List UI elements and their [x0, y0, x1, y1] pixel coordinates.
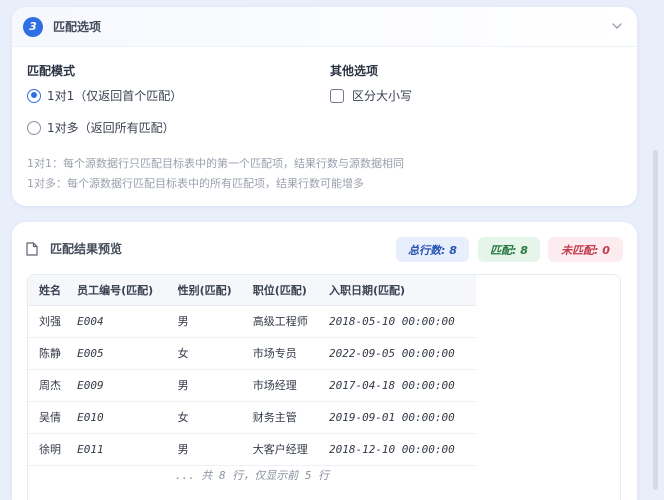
- radio-one-to-many[interactable]: 1对多（返回所有匹配）: [27, 119, 175, 136]
- table-row: 徐明 E011 男 大客户经理 2018-12-10 00:00:00: [28, 433, 476, 466]
- match-options-panel: 3 匹配选项 匹配模式 其他选项 1对1（仅返回首个匹配） 1对多（返回所有匹配…: [12, 7, 637, 206]
- scrollbar[interactable]: [653, 150, 658, 490]
- table-cell: 徐明: [28, 433, 67, 466]
- table-header-row: 姓名 员工编号(匹配) 性别(匹配) 职位(匹配) 入职日期(匹配): [28, 275, 476, 306]
- table-cell: 女: [166, 401, 242, 434]
- table-row: 周杰 E009 男 市场经理 2017-04-18 00:00:00: [28, 369, 476, 402]
- match-options-header[interactable]: 3 匹配选项: [12, 7, 637, 47]
- table-cell: 2019-09-01 00:00:00: [317, 401, 476, 434]
- match-options-title: 匹配选项: [53, 20, 102, 34]
- table-cell: 2017-04-18 00:00:00: [317, 369, 476, 402]
- table-cell: E011: [66, 433, 167, 466]
- table-cell: 市场经理: [241, 369, 318, 402]
- case-sensitive-label: 区分大小写: [352, 89, 413, 103]
- table-cell: 女: [166, 337, 242, 370]
- column-header: 员工编号(匹配): [66, 275, 167, 306]
- table-cell: 男: [166, 305, 242, 338]
- table-cell: E009: [66, 369, 167, 402]
- hint-one-to-many: 1对多：每个源数据行匹配目标表中的所有匹配项，结果行数可能增多: [27, 177, 364, 190]
- total-rows-badge: 总行数: 8: [396, 237, 469, 262]
- table-cell: 周杰: [28, 369, 67, 402]
- column-header: 入职日期(匹配): [317, 275, 476, 306]
- table-cell: 大客户经理: [241, 433, 318, 466]
- preview-title: 匹配结果预览: [50, 242, 123, 256]
- chevron-down-icon[interactable]: [611, 20, 623, 32]
- table-cell: 2022-09-05 00:00:00: [317, 337, 476, 370]
- table-footer-note: ... 共 8 行，仅显示前 5 行: [174, 469, 330, 482]
- table-row: 刘强 E004 男 高级工程师 2018-05-10 00:00:00: [28, 305, 476, 338]
- table-cell: 财务主管: [241, 401, 318, 434]
- table-row: 陈静 E005 女 市场专员 2022-09-05 00:00:00: [28, 337, 476, 370]
- table-cell: 2018-05-10 00:00:00: [317, 305, 476, 338]
- other-options-label: 其他选项: [330, 64, 379, 78]
- column-header: 性别(匹配): [166, 275, 242, 306]
- case-sensitive-checkbox-row[interactable]: 区分大小写: [330, 87, 412, 104]
- match-preview-panel: 匹配结果预览 总行数: 8 匹配: 8 未匹配: 0 姓名 员工编号(匹配) 性…: [12, 222, 637, 500]
- radio-unselected-icon[interactable]: [27, 120, 41, 135]
- table-cell: 高级工程师: [241, 305, 318, 338]
- case-sensitive-checkbox[interactable]: [330, 88, 344, 103]
- radio-one-to-one-label: 1对1（仅返回首个匹配）: [47, 89, 183, 103]
- matched-badge: 匹配: 8: [478, 237, 540, 262]
- table-cell: 男: [166, 369, 242, 402]
- table-row: 吴倩 E010 女 财务主管 2019-09-01 00:00:00: [28, 401, 476, 434]
- preview-table-container: 姓名 员工编号(匹配) 性别(匹配) 职位(匹配) 入职日期(匹配) 刘强 E0…: [27, 274, 621, 500]
- column-header: 职位(匹配): [241, 275, 318, 306]
- table-cell: E004: [66, 305, 167, 338]
- table-cell: 2018-12-10 00:00:00: [317, 433, 476, 466]
- hint-one-to-one: 1对1：每个源数据行只匹配目标表中的第一个匹配项，结果行数与源数据相同: [27, 157, 404, 170]
- table-cell: 陈静: [28, 337, 67, 370]
- radio-one-to-many-label: 1对多（返回所有匹配）: [47, 121, 175, 135]
- preview-table: 姓名 员工编号(匹配) 性别(匹配) 职位(匹配) 入职日期(匹配) 刘强 E0…: [28, 275, 476, 466]
- table-cell: 市场专员: [241, 337, 318, 370]
- match-mode-label: 匹配模式: [27, 64, 76, 78]
- radio-selected-icon[interactable]: [27, 88, 41, 103]
- step-number-badge: 3: [23, 16, 43, 37]
- table-cell: 吴倩: [28, 401, 67, 434]
- unmatched-badge: 未匹配: 0: [548, 237, 623, 262]
- document-icon: [26, 241, 38, 256]
- table-cell: E005: [66, 337, 167, 370]
- table-cell: 刘强: [28, 305, 67, 338]
- table-cell: 男: [166, 433, 242, 466]
- table-cell: E010: [66, 401, 167, 434]
- column-header: 姓名: [28, 275, 67, 306]
- radio-one-to-one[interactable]: 1对1（仅返回首个匹配）: [27, 87, 182, 104]
